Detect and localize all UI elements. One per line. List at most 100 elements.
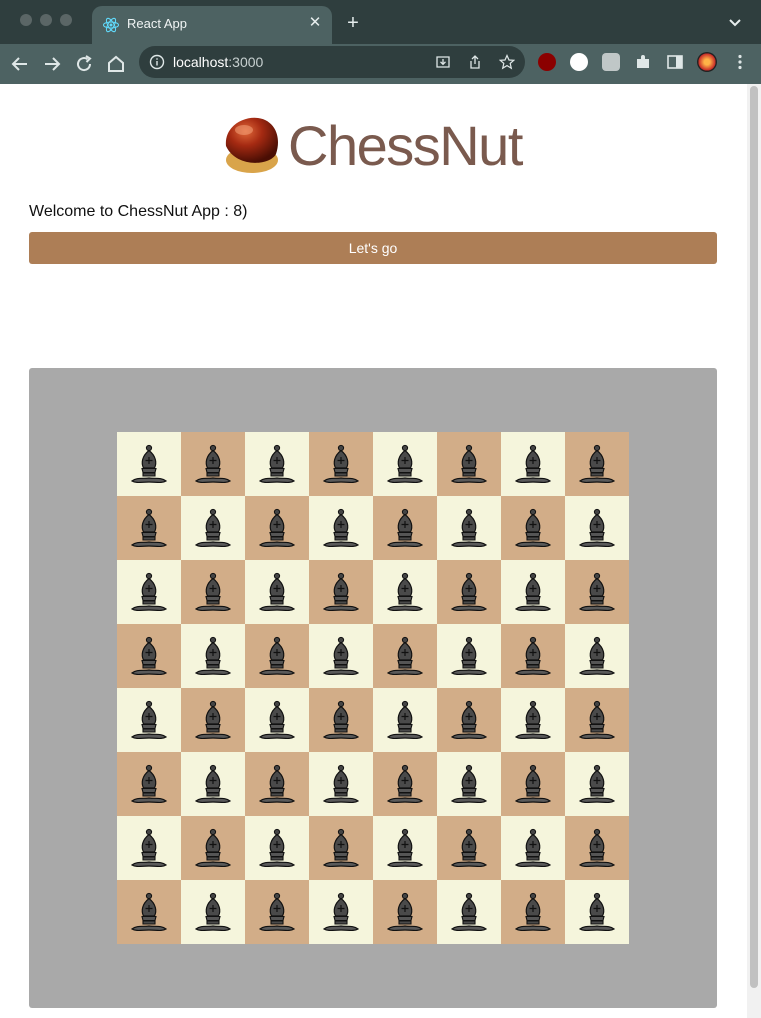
board-square[interactable] — [181, 560, 245, 624]
board-square[interactable] — [373, 560, 437, 624]
board-square[interactable] — [117, 880, 181, 944]
address-bar[interactable]: localhost:3000 — [139, 46, 525, 78]
board-square[interactable] — [245, 496, 309, 560]
board-square[interactable] — [501, 688, 565, 752]
board-square[interactable] — [181, 432, 245, 496]
black-bishop-icon — [386, 892, 424, 932]
board-square[interactable] — [309, 432, 373, 496]
board-square[interactable] — [309, 880, 373, 944]
board-square[interactable] — [565, 752, 629, 816]
chess-board[interactable] — [117, 432, 629, 944]
lets-go-button[interactable]: Let's go — [29, 232, 717, 264]
board-square[interactable] — [245, 432, 309, 496]
black-bishop-icon — [450, 828, 488, 868]
board-square[interactable] — [181, 752, 245, 816]
board-square[interactable] — [245, 880, 309, 944]
board-square[interactable] — [181, 880, 245, 944]
puzzle-icon[interactable] — [634, 53, 652, 71]
board-square[interactable] — [309, 496, 373, 560]
board-square[interactable] — [309, 688, 373, 752]
board-square[interactable] — [373, 624, 437, 688]
board-square[interactable] — [437, 880, 501, 944]
board-square[interactable] — [245, 816, 309, 880]
forward-icon[interactable] — [40, 52, 64, 76]
black-bishop-icon — [514, 444, 552, 484]
logo-text: ChessNut — [288, 114, 523, 177]
board-square[interactable] — [245, 688, 309, 752]
board-square[interactable] — [565, 688, 629, 752]
board-square[interactable] — [117, 560, 181, 624]
back-icon[interactable] — [8, 52, 32, 76]
minimize-window-button[interactable] — [40, 14, 52, 26]
extension-r-icon[interactable] — [602, 53, 620, 71]
board-square[interactable] — [437, 560, 501, 624]
board-square[interactable] — [117, 688, 181, 752]
board-square[interactable] — [309, 752, 373, 816]
maximize-window-button[interactable] — [60, 14, 72, 26]
board-square[interactable] — [181, 624, 245, 688]
close-window-button[interactable] — [20, 14, 32, 26]
board-square[interactable] — [565, 624, 629, 688]
board-square[interactable] — [309, 560, 373, 624]
board-square[interactable] — [501, 816, 565, 880]
scrollbar-thumb[interactable] — [750, 86, 758, 988]
board-square[interactable] — [181, 496, 245, 560]
board-square[interactable] — [373, 688, 437, 752]
board-square[interactable] — [565, 432, 629, 496]
board-square[interactable] — [245, 560, 309, 624]
url-host: localhost — [173, 54, 229, 70]
share-icon[interactable] — [467, 54, 483, 70]
board-square[interactable] — [501, 624, 565, 688]
profile-avatar[interactable] — [697, 52, 717, 72]
side-panel-icon[interactable] — [666, 53, 684, 71]
board-square[interactable] — [373, 432, 437, 496]
new-tab-icon[interactable]: + — [342, 12, 364, 34]
board-square[interactable] — [117, 624, 181, 688]
reload-icon[interactable] — [72, 52, 96, 76]
board-square[interactable] — [437, 816, 501, 880]
board-square[interactable] — [117, 752, 181, 816]
board-square[interactable] — [117, 432, 181, 496]
black-bishop-icon — [450, 444, 488, 484]
browser-tab[interactable]: React App ✕ — [92, 6, 332, 44]
board-square[interactable] — [437, 752, 501, 816]
board-square[interactable] — [437, 624, 501, 688]
board-square[interactable] — [181, 816, 245, 880]
board-square[interactable] — [501, 752, 565, 816]
board-square[interactable] — [181, 688, 245, 752]
board-square[interactable] — [501, 560, 565, 624]
black-bishop-icon — [578, 636, 616, 676]
home-icon[interactable] — [104, 52, 128, 76]
board-square[interactable] — [565, 816, 629, 880]
black-bishop-icon — [258, 828, 296, 868]
board-square[interactable] — [437, 496, 501, 560]
site-info-icon[interactable] — [149, 54, 165, 70]
board-square[interactable] — [245, 624, 309, 688]
black-bishop-icon — [258, 764, 296, 804]
black-bishop-icon — [578, 828, 616, 868]
board-square[interactable] — [565, 496, 629, 560]
board-square[interactable] — [501, 880, 565, 944]
more-menu-icon[interactable] — [731, 53, 749, 71]
board-square[interactable] — [373, 752, 437, 816]
board-square[interactable] — [309, 624, 373, 688]
board-square[interactable] — [437, 432, 501, 496]
board-square[interactable] — [437, 688, 501, 752]
board-square[interactable] — [565, 880, 629, 944]
board-square[interactable] — [245, 752, 309, 816]
chevron-down-icon[interactable] — [727, 14, 743, 30]
board-square[interactable] — [117, 496, 181, 560]
board-square[interactable] — [117, 816, 181, 880]
ublock-icon[interactable] — [538, 53, 556, 71]
board-square[interactable] — [373, 880, 437, 944]
board-square[interactable] — [501, 432, 565, 496]
close-tab-icon[interactable]: ✕ — [306, 14, 324, 32]
board-square[interactable] — [373, 816, 437, 880]
json-viewer-icon[interactable] — [570, 53, 588, 71]
board-square[interactable] — [373, 496, 437, 560]
board-square[interactable] — [565, 560, 629, 624]
bookmark-star-icon[interactable] — [499, 54, 515, 70]
board-square[interactable] — [501, 496, 565, 560]
board-square[interactable] — [309, 816, 373, 880]
install-icon[interactable] — [435, 54, 451, 70]
